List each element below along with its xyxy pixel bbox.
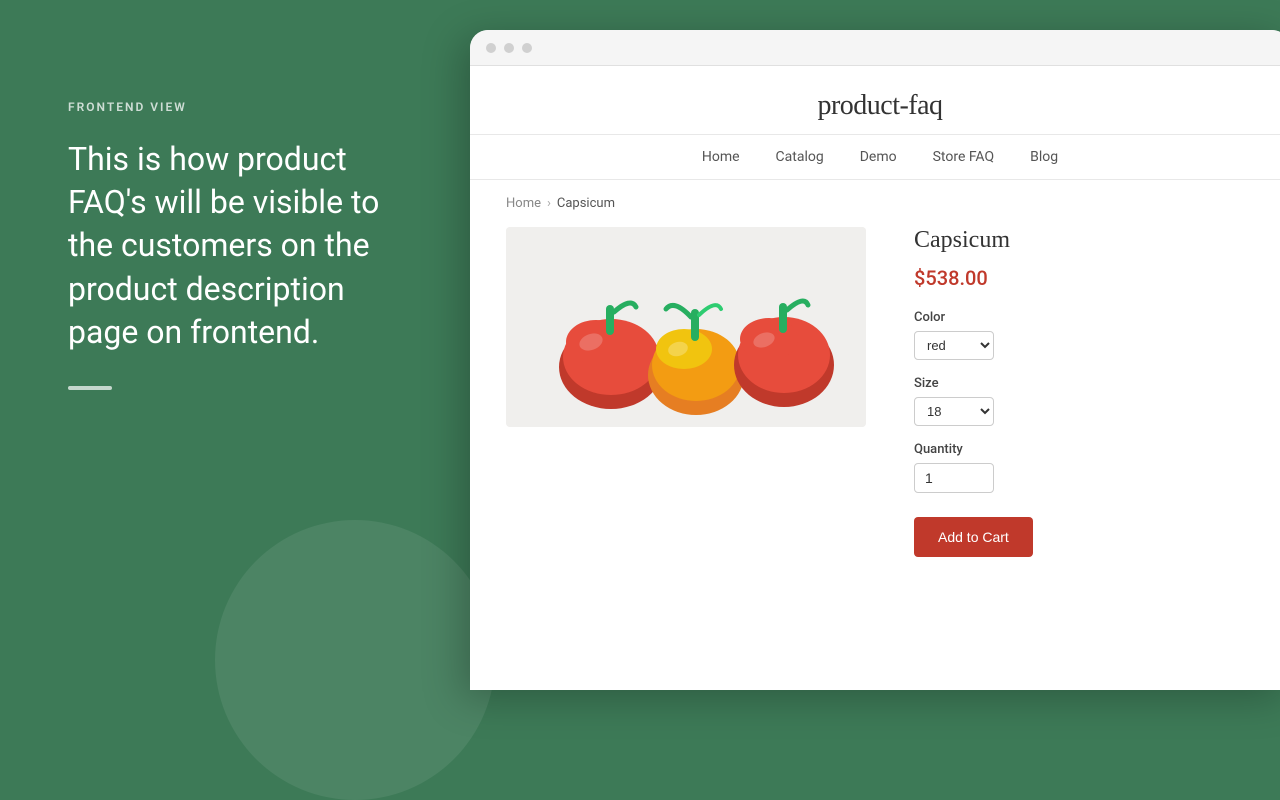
color-label: Color [914, 310, 1254, 325]
size-select[interactable]: 18 [914, 397, 994, 426]
quantity-label: Quantity [914, 442, 1254, 457]
breadcrumb: Home › Capsicum [470, 180, 1280, 227]
divider [68, 386, 112, 390]
nav-home[interactable]: Home [702, 149, 740, 165]
size-field: Size 18 [914, 376, 1254, 426]
decorative-circle [215, 520, 495, 800]
product-price: $538.00 [914, 266, 1254, 290]
nav-blog[interactable]: Blog [1030, 149, 1058, 165]
browser-card: product-faq Home Catalog Demo Store FAQ … [470, 30, 1280, 690]
browser-dot-2 [504, 43, 514, 53]
browser-chrome [470, 30, 1280, 66]
store-nav: Home Catalog Demo Store FAQ Blog [470, 135, 1280, 180]
color-select[interactable]: red [914, 331, 994, 360]
description-text: This is how product FAQ's will be visibl… [68, 138, 407, 354]
left-panel: FRONTEND VIEW This is how product FAQ's … [0, 0, 475, 720]
product-image [506, 227, 866, 427]
store-title: product-faq [470, 90, 1280, 122]
product-details: Capsicum $538.00 Color red Size 18 [914, 227, 1254, 557]
quantity-input[interactable] [914, 463, 994, 493]
store-header: product-faq [470, 66, 1280, 135]
product-name: Capsicum [914, 227, 1254, 254]
nav-catalog[interactable]: Catalog [776, 149, 824, 165]
browser-dot-1 [486, 43, 496, 53]
pepper-illustration [506, 227, 866, 427]
nav-demo[interactable]: Demo [860, 149, 897, 165]
color-field: Color red [914, 310, 1254, 360]
frontend-view-label: FRONTEND VIEW [68, 100, 407, 114]
quantity-field: Quantity [914, 442, 1254, 493]
breadcrumb-separator: › [547, 196, 551, 211]
breadcrumb-current: Capsicum [557, 196, 615, 211]
browser-dot-3 [522, 43, 532, 53]
nav-store-faq[interactable]: Store FAQ [933, 149, 995, 165]
breadcrumb-home[interactable]: Home [506, 196, 541, 211]
product-area: Capsicum $538.00 Color red Size 18 [470, 227, 1280, 593]
size-label: Size [914, 376, 1254, 391]
store-content: product-faq Home Catalog Demo Store FAQ … [470, 66, 1280, 690]
add-to-cart-button[interactable]: Add to Cart [914, 517, 1033, 557]
